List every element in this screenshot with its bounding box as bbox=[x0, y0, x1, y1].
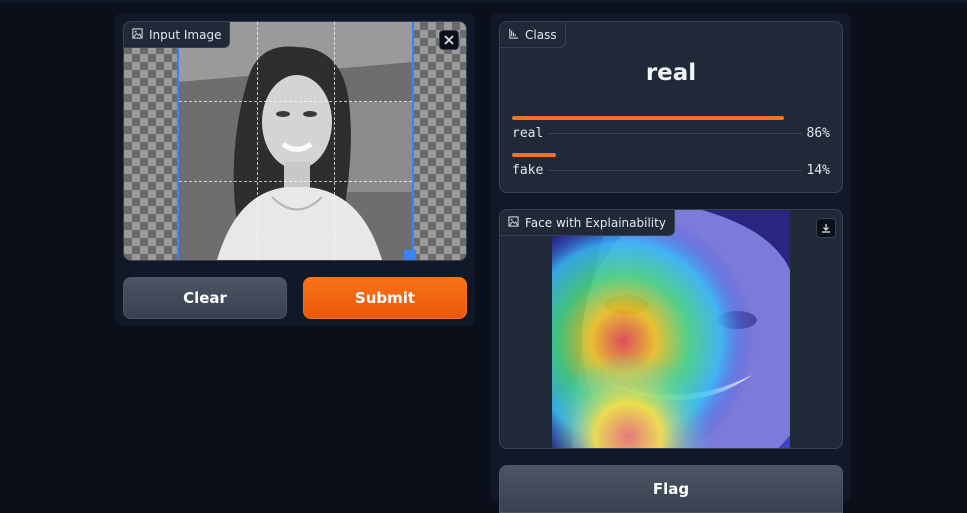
confidence-bar-fake bbox=[512, 153, 556, 157]
confidence-label: fake bbox=[512, 163, 544, 178]
top-class: real bbox=[645, 60, 697, 86]
confidence-bar-real bbox=[512, 116, 784, 120]
image-icon bbox=[132, 27, 143, 42]
crop-selection[interactable] bbox=[177, 22, 416, 260]
image-icon bbox=[508, 215, 519, 230]
flag-button[interactable]: Flag bbox=[499, 465, 843, 513]
confidence-value: 86% bbox=[806, 126, 830, 141]
clear-button[interactable]: Clear bbox=[123, 277, 287, 319]
explainability-block: Face with Explainability bbox=[499, 209, 843, 449]
bar-chart-icon bbox=[508, 28, 519, 42]
confidence-row-real: real 86% bbox=[512, 126, 830, 141]
close-icon[interactable] bbox=[439, 30, 459, 50]
download-icon[interactable] bbox=[816, 218, 836, 238]
confidence-value: 14% bbox=[806, 163, 830, 178]
submit-button[interactable]: Submit bbox=[303, 277, 467, 319]
heatmap-image bbox=[552, 210, 790, 448]
crop-resize-handle[interactable] bbox=[404, 250, 416, 260]
explainability-label: Face with Explainability bbox=[500, 210, 675, 236]
input-image-block[interactable]: Input Image bbox=[123, 21, 467, 261]
input-panel: Input Image Clear Submit bbox=[115, 13, 475, 326]
class-label: Class bbox=[500, 22, 566, 48]
top-bar bbox=[0, 0, 967, 3]
class-block: Class real real 86% fake 14% bbox=[499, 21, 843, 193]
confidence-label: real bbox=[512, 126, 544, 141]
input-image-label: Input Image bbox=[124, 22, 231, 48]
confidence-row-fake: fake 14% bbox=[512, 163, 830, 178]
